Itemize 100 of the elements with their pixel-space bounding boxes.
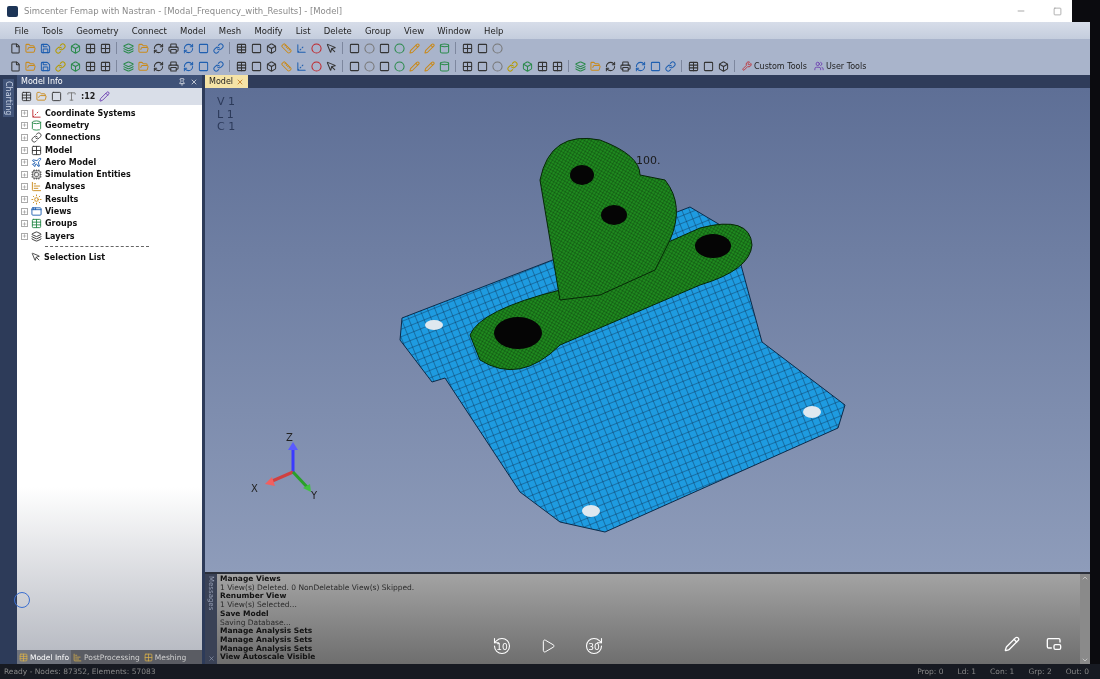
square-icon[interactable] xyxy=(476,42,488,54)
view-tab[interactable]: Model xyxy=(205,75,249,88)
grid-icon[interactable] xyxy=(84,42,96,54)
close-icon[interactable] xyxy=(190,77,198,86)
square-icon[interactable] xyxy=(348,42,360,54)
tree-item[interactable]: Connections xyxy=(21,131,202,144)
scrollbar[interactable] xyxy=(1080,574,1090,664)
printer-icon[interactable] xyxy=(167,42,179,54)
tree-item[interactable]: Analyses xyxy=(21,180,202,194)
rewind-button[interactable]: 10 xyxy=(490,634,514,658)
target-icon[interactable] xyxy=(310,60,322,72)
text-icon[interactable] xyxy=(66,91,77,102)
tree-item[interactable]: Results xyxy=(21,193,202,206)
menu-item[interactable]: Group xyxy=(358,25,398,36)
axes-icon[interactable] xyxy=(295,42,307,54)
close-icon[interactable] xyxy=(207,655,215,662)
tree-item[interactable]: Geometry xyxy=(21,119,202,132)
grid-icon[interactable] xyxy=(84,60,96,72)
square-icon[interactable] xyxy=(702,60,714,72)
menu-item[interactable]: View xyxy=(397,25,431,36)
cube-icon[interactable] xyxy=(265,42,277,54)
pointer-icon[interactable] xyxy=(325,42,337,54)
list-icon[interactable] xyxy=(235,42,247,54)
expand-toggle[interactable] xyxy=(21,208,28,215)
tree-item[interactable]: Selection List xyxy=(21,251,202,264)
refresh-icon[interactable] xyxy=(182,42,194,54)
menu-item[interactable]: Mesh xyxy=(212,25,248,36)
link-icon[interactable] xyxy=(664,60,676,72)
printer-icon[interactable] xyxy=(167,60,179,72)
picture-in-picture-icon[interactable] xyxy=(1046,636,1062,652)
grid-icon[interactable] xyxy=(551,60,563,72)
expand-toggle[interactable] xyxy=(21,158,28,166)
tree-item[interactable]: Model xyxy=(21,143,202,157)
forward-button[interactable]: 30 xyxy=(582,634,606,658)
expand-toggle[interactable] xyxy=(21,109,28,117)
folder-icon[interactable] xyxy=(36,91,47,102)
refresh-icon[interactable] xyxy=(152,60,164,72)
square-icon[interactable] xyxy=(250,42,262,54)
expand-toggle[interactable] xyxy=(21,183,28,191)
save-icon[interactable] xyxy=(39,42,51,54)
expand-toggle[interactable] xyxy=(21,232,28,240)
expand-toggle[interactable] xyxy=(21,134,28,142)
new-file-icon[interactable] xyxy=(9,42,21,54)
menu-item[interactable]: Tools xyxy=(35,25,70,36)
printer-icon[interactable] xyxy=(619,60,631,72)
menu-item[interactable]: Model xyxy=(173,25,213,36)
refresh-icon[interactable] xyxy=(634,60,646,72)
charting-tab[interactable]: Charting xyxy=(3,79,14,118)
tree-item[interactable]: Groups xyxy=(21,217,202,230)
expand-toggle[interactable] xyxy=(21,121,28,129)
square-icon[interactable] xyxy=(348,60,360,72)
tree-item[interactable]: Coordinate Systems xyxy=(21,107,202,120)
square-icon[interactable] xyxy=(378,42,390,54)
square-icon[interactable] xyxy=(197,42,209,54)
pin-icon[interactable] xyxy=(178,77,186,86)
menu-item[interactable]: Delete xyxy=(317,25,359,36)
square-icon[interactable] xyxy=(476,60,488,72)
tree-item[interactable]: Simulation Entities xyxy=(21,168,202,181)
list-icon[interactable] xyxy=(687,60,699,72)
new-file-icon[interactable] xyxy=(9,60,21,72)
list-icon[interactable] xyxy=(21,91,32,102)
tree-item[interactable]: Aero Model xyxy=(21,156,202,169)
square-icon[interactable] xyxy=(51,91,62,102)
link-icon[interactable] xyxy=(212,42,224,54)
grid-icon[interactable] xyxy=(99,60,111,72)
menu-item[interactable]: Help xyxy=(477,25,511,36)
refresh-icon[interactable] xyxy=(604,60,616,72)
menu-item[interactable]: List xyxy=(289,25,318,36)
layers-icon[interactable] xyxy=(574,60,586,72)
menu-item[interactable]: Window xyxy=(430,25,478,36)
pointer-icon[interactable] xyxy=(325,60,337,72)
custom-tools-button[interactable]: Custom Tools xyxy=(739,61,810,71)
tree-item[interactable]: Views xyxy=(21,205,202,218)
grid-icon[interactable] xyxy=(536,60,548,72)
axes-icon[interactable] xyxy=(295,60,307,72)
menu-item[interactable]: Geometry xyxy=(69,25,126,36)
grid-icon[interactable] xyxy=(99,42,111,54)
list-icon[interactable] xyxy=(235,60,247,72)
link-icon[interactable] xyxy=(212,60,224,72)
cube-icon[interactable] xyxy=(265,60,277,72)
expand-toggle[interactable] xyxy=(21,146,28,154)
expand-toggle[interactable] xyxy=(21,220,28,228)
expand-toggle[interactable] xyxy=(21,195,28,203)
scroll-up-icon[interactable] xyxy=(1081,574,1089,582)
menu-item[interactable]: Connect xyxy=(125,25,174,36)
tree-item[interactable]: Layers xyxy=(21,229,202,243)
expand-toggle[interactable] xyxy=(21,171,28,179)
target-icon[interactable] xyxy=(310,42,322,54)
square-icon[interactable] xyxy=(250,60,262,72)
refresh-icon[interactable] xyxy=(182,60,194,72)
menu-item[interactable]: Modify xyxy=(247,25,290,36)
refresh-icon[interactable] xyxy=(152,42,164,54)
cube-icon[interactable] xyxy=(717,60,729,72)
close-icon[interactable] xyxy=(236,77,245,86)
square-icon[interactable] xyxy=(378,60,390,72)
cylinder-icon[interactable] xyxy=(438,60,450,72)
cylinder-icon[interactable] xyxy=(438,42,450,54)
grid-icon[interactable] xyxy=(461,42,473,54)
scroll-down-icon[interactable] xyxy=(1081,656,1089,664)
user-tools-button[interactable]: User Tools xyxy=(810,61,870,71)
